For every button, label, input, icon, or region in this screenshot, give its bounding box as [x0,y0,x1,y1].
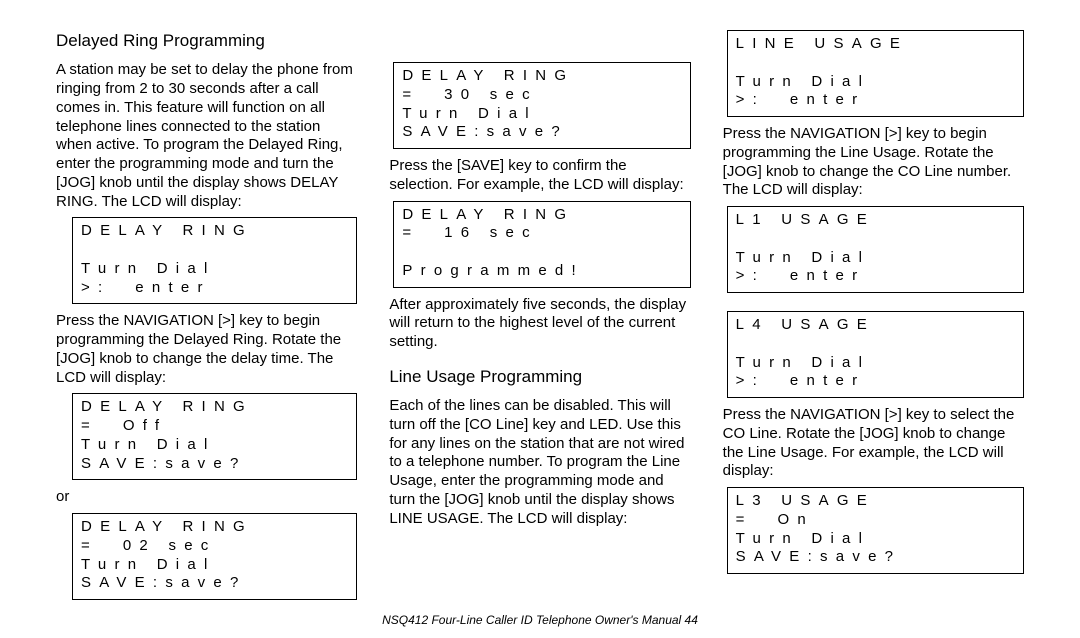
text-or: or [56,488,357,507]
lcd-delay-ring-02: DELAY RING = 02 sec Turn Dial SAVE:save? [72,513,357,600]
lcd-delay-ring-16: DELAY RING = 16 sec Programmed! [393,201,690,288]
para-nav-line-usage: Press the NAVIGATION [>] key to begin pr… [723,125,1024,200]
lcd-l4-usage: L4 USAGE Turn Dial >: enter [727,311,1024,398]
para-press-save: Press the [SAVE] key to confirm the sele… [389,157,690,195]
heading-delayed-ring: Delayed Ring Programming [56,30,357,51]
lcd-delay-ring-1: DELAY RING Turn Dial >: enter [72,217,357,304]
para-five-seconds: After approximately five seconds, the di… [389,296,690,352]
lcd-l3-usage-on: L3 USAGE = On Turn Dial SAVE:save? [727,487,1024,574]
para-line-usage-intro: Each of the lines can be disabled. This … [389,397,690,528]
para-select-co-line: Press the NAVIGATION [>] key to select t… [723,406,1024,481]
lcd-delay-ring-off: DELAY RING = Off Turn Dial SAVE:save? [72,393,357,480]
para-nav-begin: Press the NAVIGATION [>] key to begin pr… [56,312,357,387]
para-delayed-intro: A station may be set to delay the phone … [56,61,357,211]
lcd-l1-usage: L1 USAGE Turn Dial >: enter [727,206,1024,293]
heading-line-usage: Line Usage Programming [389,366,690,387]
column-1: Delayed Ring Programming A station may b… [56,30,357,608]
lcd-line-usage: LINE USAGE Turn Dial >: enter [727,30,1024,117]
page-columns: Delayed Ring Programming A station may b… [56,30,1024,608]
column-3: LINE USAGE Turn Dial >: enter Press the … [723,30,1024,608]
page-footer: NSQ412 Four-Line Caller ID Telephone Own… [0,613,1080,628]
lcd-delay-ring-30: DELAY RING = 30 sec Turn Dial SAVE:save? [393,62,690,149]
column-2: DELAY RING = 30 sec Turn Dial SAVE:save?… [389,30,690,608]
